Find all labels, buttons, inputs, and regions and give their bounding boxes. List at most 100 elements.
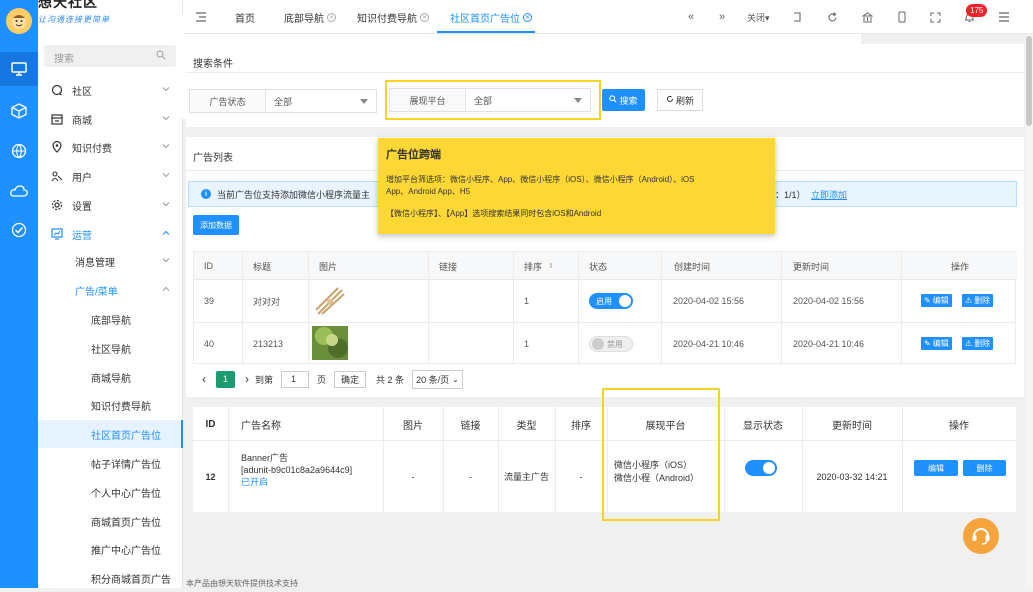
sidebar-item-label: 社区 [72, 86, 92, 98]
close-icon[interactable]: ✕ [523, 13, 532, 22]
edit-button[interactable]: ✎ 编辑 [921, 294, 952, 307]
sidebar-item-community-ad[interactable]: 社区首页广告位 [38, 420, 183, 448]
delete-button[interactable]: ⚠ 删除 [962, 337, 994, 350]
cell-title: 对对对 [253, 296, 281, 307]
customer-service-button[interactable] [963, 518, 999, 554]
cell-updated: 2020-03-32 14:21 [816, 471, 888, 482]
close-icon[interactable]: ✕ [420, 13, 429, 22]
goto-confirm-button[interactable]: 确定 [334, 370, 367, 388]
sidebar-item-settings[interactable]: 设置 [38, 191, 183, 219]
sidebar-item-label: 商城 [72, 115, 92, 127]
monitor-icon[interactable] [0, 52, 38, 86]
toggle-knob [763, 462, 775, 474]
column-header-id: ID [204, 261, 213, 271]
goto-page-input[interactable]: 1 [281, 370, 310, 388]
next-page-icon[interactable]: › [245, 372, 249, 386]
chevron-down-icon: ⌄ [452, 374, 459, 384]
sidebar-item-mall-home-ad[interactable]: 商城首页广告位 [38, 507, 183, 535]
sidebar-item-mall[interactable]: 商城 [38, 105, 183, 133]
collapse-icon[interactable] [790, 10, 804, 24]
pagination: ‹ 1 › 到第 1 页 确定 共 2 条 20 条/页 ⌄ [193, 365, 463, 393]
cube-icon[interactable] [9, 101, 29, 121]
refresh-button[interactable]: 刷新 [657, 89, 703, 111]
status-toggle-label: 启用 [596, 296, 612, 306]
edit-button[interactable]: ✎ 编辑 [921, 337, 952, 350]
sidebar-item-post-ad[interactable]: 帖子详情广告位 [38, 449, 183, 477]
sidebar-item-messages[interactable]: 消息管理 [38, 247, 183, 275]
cell-type: 流量主广告 [503, 472, 549, 482]
mobile-icon[interactable] [895, 10, 909, 24]
sidebar-item-bottom-nav[interactable]: 底部导航 [38, 305, 183, 333]
page-size-select[interactable]: 20 条/页 ⌄ [412, 369, 463, 389]
sidebar-item-label: 社区导航 [91, 344, 131, 356]
headset-icon [970, 524, 992, 549]
page-scrollbar[interactable] [1025, 34, 1033, 588]
delete-button[interactable]: 删除 [963, 460, 1006, 476]
tab-home[interactable]: 首页 [235, 10, 255, 25]
delete-button[interactable]: ⚠ 删除 [962, 294, 994, 307]
tab-community-ad[interactable]: 社区首页广告位 ✕ [450, 10, 532, 25]
divider [902, 407, 903, 512]
sidebar-item-label: 广告/菜单 [75, 286, 118, 298]
cloud-icon[interactable] [9, 181, 29, 201]
column-header-sort[interactable]: 排序 ⇕ [524, 252, 554, 280]
add-now-link[interactable]: 立即添加 [811, 188, 847, 201]
prev-page-icon[interactable]: ‹ [202, 372, 206, 386]
scrollbar-thumb[interactable] [1026, 36, 1032, 126]
globe-icon[interactable] [9, 141, 29, 161]
delete-label: 删除 [974, 296, 991, 305]
sidebar-item-knowledge-nav[interactable]: 知识付费导航 [38, 391, 183, 419]
display-status-toggle[interactable] [745, 460, 777, 476]
close-icon[interactable]: ✕ [327, 13, 336, 22]
ad-list-title: 广告列表 [193, 153, 233, 164]
sidebar-item-community[interactable]: 社区 [38, 76, 183, 104]
app-logo[interactable]: 想天社区 让沟通连接更简单 [38, 0, 861, 119]
sidebar-item-operations[interactable]: 运营 [38, 220, 183, 248]
status-select[interactable]: 全部 [266, 90, 376, 112]
tab-bottom-nav[interactable]: 底部导航 ✕ [284, 10, 336, 25]
column-header-sort: 排序 [571, 420, 591, 432]
sidebar-item-label: 帖子详情广告位 [91, 459, 161, 471]
bank-icon[interactable] [860, 10, 874, 24]
scroll-right-icon[interactable]: » [715, 10, 729, 24]
avatar[interactable] [6, 8, 32, 34]
sidebar-item-mall-nav[interactable]: 商城导航 [38, 363, 183, 391]
tab-knowledge-nav[interactable]: 知识付费导航 ✕ [357, 10, 429, 25]
status-toggle[interactable]: 禁用 [589, 336, 633, 352]
footer-text: 本产品由想天软件提供技术支持 [186, 579, 298, 588]
check-circle-icon[interactable] [9, 220, 29, 240]
ad-image-thumbnail[interactable] [312, 326, 348, 360]
sidebar-item-label: 底部导航 [91, 315, 131, 327]
sidebar-item-ads-menu[interactable]: 广告/菜单 [38, 276, 183, 304]
close-tabs-dropdown[interactable]: 关闭▾ [747, 11, 770, 24]
add-data-button[interactable]: 添加数据 [193, 215, 239, 235]
sidebar-item-promo-ad[interactable]: 推广中心广告位 [38, 535, 183, 563]
page-size-value: 20 条/页 [416, 374, 450, 385]
cell-link: - [469, 471, 472, 482]
fullscreen-icon[interactable] [928, 10, 942, 24]
sidebar-item-users[interactable]: 用户 [38, 162, 183, 190]
sidebar-item-community-nav[interactable]: 社区导航 [38, 334, 183, 362]
status-toggle[interactable]: 启用 [589, 293, 633, 309]
location-pin-icon [51, 140, 63, 153]
sidebar-item-label: 积分商城首页广告 [91, 574, 171, 586]
search-button[interactable]: 搜索 [602, 89, 645, 111]
logo-title: 想天社区 [38, 0, 98, 10]
column-header-actions: 操作 [951, 261, 970, 272]
more-menu-icon[interactable] [997, 10, 1011, 24]
menu-toggle-icon[interactable] [194, 10, 208, 24]
refresh-icon[interactable] [825, 10, 839, 24]
sidebar-item-profile-ad[interactable]: 个人中心广告位 [38, 478, 183, 506]
scroll-left-icon[interactable]: « [684, 10, 698, 24]
cell-title: 213213 [253, 338, 284, 349]
tab-label: 知识付费导航 [357, 14, 417, 25]
ad-image-thumbnail[interactable] [312, 284, 348, 318]
sidebar-item-knowledge[interactable]: 知识付费 [38, 133, 183, 161]
column-header-type: 类型 [516, 420, 537, 432]
sidebar-item-label: 消息管理 [75, 257, 115, 269]
icon-rail [0, 0, 38, 588]
page-number-current[interactable]: 1 [216, 370, 235, 388]
sidebar-search-input[interactable]: 搜索 [44, 45, 176, 67]
edit-button[interactable]: 编辑 [914, 460, 958, 476]
status-filter[interactable]: 广告状态 全部 [189, 89, 377, 113]
